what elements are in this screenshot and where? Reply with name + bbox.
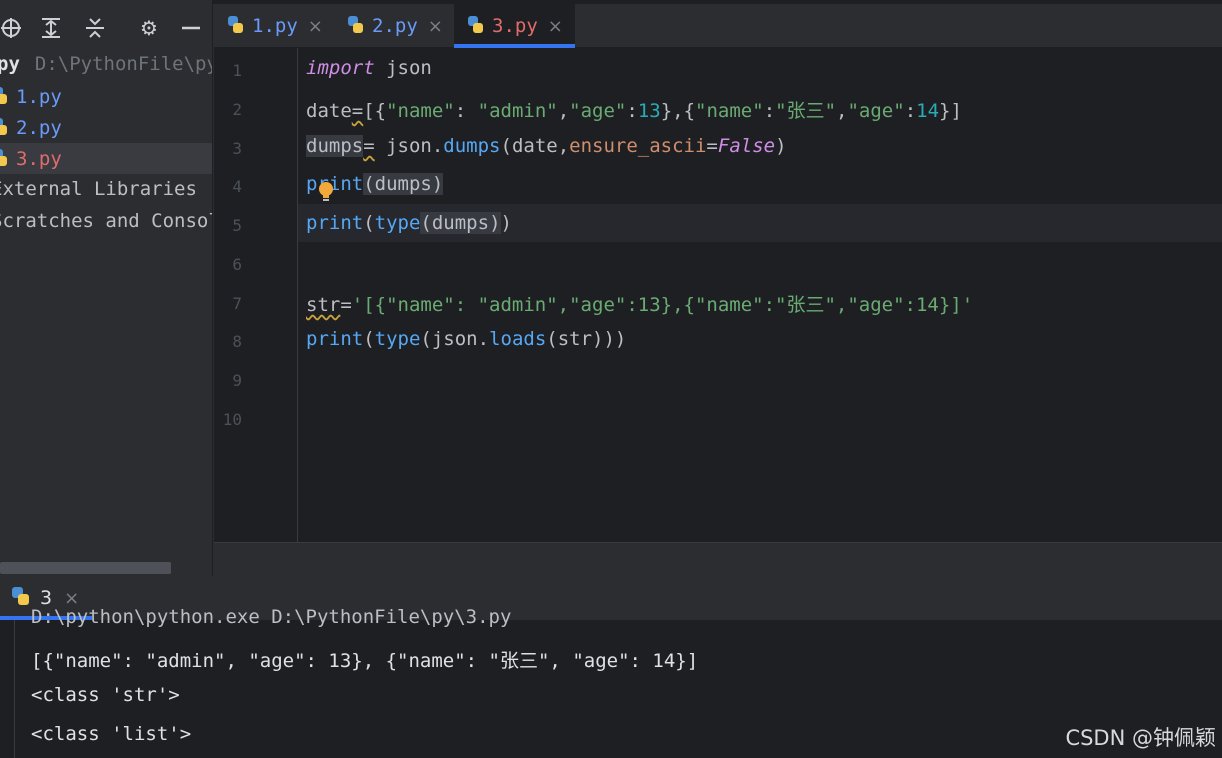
tree-item-2py[interactable]: 2.py (0, 112, 212, 143)
minimize-icon[interactable] (180, 17, 202, 39)
tree-item-label: External Libraries (0, 177, 197, 200)
console-output-line: <class 'str'> (31, 684, 180, 706)
code-line-8: print(type(json.loads(str))) (306, 328, 627, 350)
collapse-all-icon[interactable] (84, 17, 106, 39)
tree-item-scratches[interactable]: Scratches and Consoles (0, 205, 212, 236)
expand-all-icon[interactable] (40, 17, 62, 39)
tab-2py[interactable]: 2.py × (346, 4, 443, 48)
close-icon[interactable]: × (308, 16, 323, 37)
line-gutter: 1 2 3 4 5 6 7 8 9 10 (214, 48, 298, 542)
console-command-line: D:\python\python.exe D:\PythonFile\py\3.… (31, 606, 512, 628)
python-run-icon (10, 584, 32, 612)
line-number: 9 (232, 371, 242, 390)
line-number: 4 (232, 177, 242, 196)
horizontal-scrollbar[interactable] (0, 562, 171, 574)
python-file-icon (0, 116, 12, 140)
gutter-separator (297, 48, 298, 542)
watermark: CSDN @钟佩颖 (1065, 726, 1216, 750)
code-line-7: str='[{"name": "admin","age":13},{"name"… (306, 294, 974, 316)
tree-item-label: Scratches and Consoles (0, 209, 212, 232)
console-output-line: <class 'list'> (31, 723, 192, 745)
locate-icon[interactable] (0, 17, 22, 39)
code-line-2: date=[{"name": "admin","age":13},{"name"… (306, 100, 962, 122)
run-panel: 3 × D:\python\python.exe D:\PythonFile\p… (0, 576, 1222, 758)
tree-root-py[interactable]: py D:\PythonFile\py (0, 48, 213, 79)
line-number: 3 (232, 139, 242, 158)
line-number: 6 (232, 255, 242, 274)
code-editor[interactable]: 1 2 3 4 5 6 7 8 9 10 import json date=[{… (214, 48, 1222, 542)
console-output-line: [{"name": "admin", "age": 13}, {"name": … (31, 650, 699, 672)
line-number: 2 (232, 100, 242, 119)
panel-divider[interactable] (214, 542, 1222, 576)
tab-label: 2.py (372, 15, 418, 37)
tree-item-1py[interactable]: 1.py (0, 81, 212, 112)
tree-root-label: py (0, 52, 20, 75)
code-line-1: import json (306, 57, 432, 79)
code-line-5: print(type(dumps)) (306, 212, 512, 234)
project-toolbar: ⚙ (0, 4, 212, 48)
line-number: 5 (232, 216, 242, 235)
close-icon[interactable]: × (548, 16, 563, 37)
tab-1py[interactable]: 1.py × (226, 4, 323, 48)
python-file-icon (0, 147, 12, 171)
line-number: 7 (232, 294, 242, 313)
python-file-icon (0, 85, 12, 109)
project-panel: ⚙ py D:\PythonFile\py 1.py 2.py 3.py Ext… (0, 0, 213, 576)
tree-item-external-libraries[interactable]: External Libraries (0, 173, 212, 204)
tab-label: 3.py (492, 15, 538, 37)
line-number: 10 (222, 410, 242, 429)
close-icon[interactable]: × (428, 16, 443, 37)
line-number: 8 (232, 332, 242, 351)
console-output[interactable]: D:\python\python.exe D:\PythonFile\py\3.… (14, 606, 1222, 758)
python-file-icon (346, 12, 366, 41)
lightbulb-icon[interactable] (318, 181, 334, 205)
gear-icon[interactable]: ⚙ (138, 16, 160, 40)
tree-item-label: 1.py (16, 85, 62, 108)
python-file-icon (226, 12, 246, 41)
python-file-icon (466, 12, 486, 41)
code-line-3: dumps= json.dumps(date,ensure_ascii=Fals… (306, 135, 787, 157)
tab-label: 1.py (252, 15, 298, 37)
tree-item-label: 2.py (16, 116, 62, 139)
line-number: 1 (232, 61, 242, 80)
tab-3py[interactable]: 3.py × (454, 4, 575, 48)
tree-item-3py[interactable]: 3.py (0, 143, 212, 174)
tree-item-label: 3.py (16, 147, 62, 170)
editor-tabs: 1.py × 2.py × 3.py × (214, 4, 1222, 48)
tree-root-path: D:\PythonFile\py (34, 52, 213, 75)
